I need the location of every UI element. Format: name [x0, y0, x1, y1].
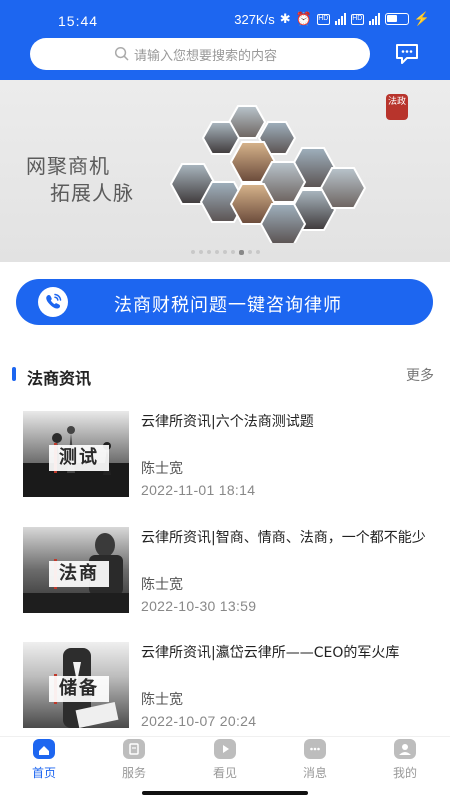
- news-thumbnail: 储备: [23, 642, 129, 728]
- carousel-dot[interactable]: [230, 250, 235, 254]
- app-screen: 15:44 327K/s ✱ ⏰ HD HD ⚡ 请输入您想要搜索的内容 网聚商…: [0, 0, 450, 800]
- tab-label: 首页: [31, 766, 56, 780]
- seal-stamp: 法政: [386, 94, 408, 120]
- tab-service[interactable]: 服务: [104, 739, 164, 781]
- thumb-caption: 测试: [49, 445, 109, 471]
- tab-label: 看见: [212, 766, 237, 780]
- home-icon: [33, 739, 55, 759]
- charging-icon: ⚡: [413, 11, 430, 26]
- section-accent-bar: [12, 367, 16, 381]
- status-time: 15:44: [58, 13, 99, 29]
- carousel-indicator: [0, 249, 450, 255]
- banner-slogan-1: 网聚商机: [26, 154, 110, 178]
- service-icon: [123, 739, 145, 759]
- network-speed: 327K/s: [234, 11, 275, 27]
- news-date: 2022-10-07 20:24: [141, 713, 257, 729]
- section-title: 法商资讯: [27, 369, 92, 388]
- hexagon-city-collage: [169, 105, 367, 243]
- search-placeholder: 请输入您想要搜索的内容: [134, 48, 278, 64]
- profile-icon: [394, 739, 416, 759]
- consult-label: 法商财税问题一键咨询律师: [114, 295, 342, 316]
- bluetooth-icon: ✱: [279, 11, 291, 26]
- news-date: 2022-10-30 13:59: [141, 598, 257, 614]
- news-title: 云律所资讯|六个法商测试题: [141, 414, 314, 430]
- status-icons: 327K/s ✱ ⏰ HD HD ⚡: [234, 11, 430, 27]
- tab-profile[interactable]: 我的: [375, 739, 435, 781]
- battery-icon: [384, 13, 409, 25]
- tab-label: 服务: [121, 766, 146, 780]
- news-author: 陈士宽: [141, 461, 183, 477]
- top-header: 15:44 327K/s ✱ ⏰ HD HD ⚡ 请输入您想要搜索的内容: [0, 0, 450, 80]
- carousel-dot[interactable]: [222, 250, 227, 254]
- tab-home[interactable]: 首页: [14, 739, 74, 781]
- news-item[interactable]: 储备 云律所资讯|瀛岱云律所——CEO的军火库 陈士宽 2022-10-07 2…: [0, 642, 450, 742]
- carousel-dot[interactable]: [255, 250, 260, 254]
- message-button[interactable]: [390, 39, 424, 69]
- search-icon: [114, 46, 129, 61]
- news-author: 陈士宽: [141, 692, 183, 708]
- carousel-dot[interactable]: [214, 250, 219, 254]
- hd-icon-2: HD: [350, 13, 364, 25]
- carousel-dot[interactable]: [190, 250, 195, 254]
- news-author: 陈士宽: [141, 577, 183, 593]
- message-icon: [304, 739, 326, 759]
- carousel-dot[interactable]: [247, 250, 252, 254]
- news-thumbnail: 测试: [23, 411, 129, 497]
- news-thumbnail: 法商: [23, 527, 129, 613]
- play-icon: [214, 739, 236, 759]
- thumb-caption: 法商: [49, 561, 109, 587]
- banner-slogan-2: 拓展人脉: [50, 181, 134, 205]
- news-item[interactable]: 测试 云律所资讯|六个法商测试题 陈士宽 2022-11-01 18:14: [0, 411, 450, 511]
- thumb-caption: 储备: [49, 676, 109, 702]
- alarm-icon: ⏰: [295, 11, 312, 26]
- search-bar[interactable]: 请输入您想要搜索的内容: [30, 38, 370, 70]
- tab-label: 我的: [392, 766, 417, 780]
- tab-messages[interactable]: 消息: [285, 739, 345, 781]
- phone-icon: [38, 287, 68, 317]
- tab-watch[interactable]: 看见: [195, 739, 255, 781]
- home-indicator[interactable]: [142, 791, 308, 795]
- bottom-tab-bar: 首页 服务 看见 消息 我的: [0, 736, 450, 784]
- more-link[interactable]: 更多: [406, 365, 434, 385]
- chat-icon: [396, 44, 418, 64]
- status-bar: 15:44 327K/s ✱ ⏰ HD HD ⚡: [0, 0, 450, 36]
- seal-text: 法政: [387, 97, 406, 107]
- news-title: 云律所资讯|瀛岱云律所——CEO的军火库: [141, 645, 400, 661]
- carousel-dot[interactable]: [206, 250, 211, 254]
- tab-label: 消息: [302, 766, 327, 780]
- signal-icon-2: [368, 13, 380, 25]
- consult-lawyer-button[interactable]: 法商财税问题一键咨询律师: [16, 279, 433, 325]
- hd-icon: HD: [316, 13, 330, 25]
- carousel-dot-active[interactable]: [238, 249, 244, 255]
- news-date: 2022-11-01 18:14: [141, 482, 256, 498]
- banner-carousel[interactable]: 网聚商机 拓展人脉 法政: [0, 80, 450, 262]
- news-title: 云律所资讯|智商、情商、法商，一个都不能少: [141, 530, 426, 546]
- signal-icon: [334, 13, 346, 25]
- news-item[interactable]: 法商 云律所资讯|智商、情商、法商，一个都不能少 陈士宽 2022-10-30 …: [0, 527, 450, 627]
- carousel-dot[interactable]: [198, 250, 203, 254]
